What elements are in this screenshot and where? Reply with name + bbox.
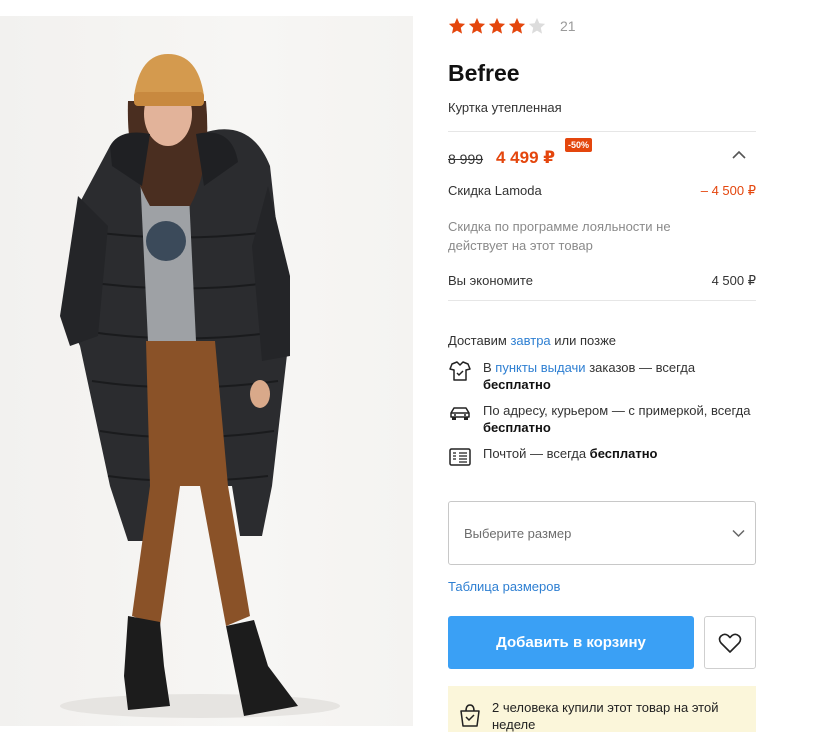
courier-car-icon <box>450 407 470 420</box>
add-to-cart-button[interactable]: Добавить в корзину <box>448 616 694 669</box>
rating[interactable]: 21 <box>448 17 576 35</box>
post-icon <box>449 448 471 466</box>
delivery-text: Почтой — всегда <box>483 446 590 461</box>
delivery-heading-prefix: Доставим <box>448 333 511 348</box>
current-price: 4 499 ₽ <box>496 148 556 167</box>
size-select-placeholder: Выберите размер <box>464 526 572 541</box>
product-photo-illustration: CA <box>60 54 340 718</box>
product-subtitle: Куртка утепленная <box>448 100 562 115</box>
divider <box>448 300 756 301</box>
delivery-heading-suffix: или позже <box>550 333 617 348</box>
delivery-date-link[interactable]: завтра <box>510 333 550 348</box>
purchase-promo-text: 2 человека купили этот товар на этой нед… <box>492 700 719 732</box>
shopping-bag-icon <box>460 704 480 727</box>
loyalty-note: Скидка по программе лояльности не действ… <box>448 219 671 253</box>
star-filled-icon <box>508 17 526 34</box>
old-price: 8 999 <box>448 151 484 167</box>
star-filled-icon <box>448 17 466 34</box>
purchase-promo-banner: 2 человека купили этот товар на этой нед… <box>448 686 756 732</box>
chevron-down-icon <box>732 529 745 538</box>
delivery-text: заказов — всегда <box>585 360 696 375</box>
pickup-points-link[interactable]: пункты выдачи <box>495 360 585 375</box>
favorite-button[interactable] <box>704 616 756 669</box>
lamoda-discount-value: – 4 500 ₽ <box>700 183 756 198</box>
product-photo[interactable]: CA <box>0 16 413 726</box>
lamoda-discount-label: Скидка Lamoda <box>448 183 542 198</box>
free-label: бесплатно <box>483 377 551 392</box>
brand-name[interactable]: Befree <box>448 60 520 87</box>
star-empty-icon <box>528 17 546 34</box>
savings-label: Вы экономите <box>448 273 533 288</box>
rating-count[interactable]: 21 <box>560 18 576 34</box>
heart-icon <box>718 633 742 653</box>
delivery-text: В <box>483 360 496 375</box>
chevron-up-icon[interactable] <box>732 150 746 160</box>
delivery-text: По адресу, курьером — с примеркой, всегд… <box>483 403 751 418</box>
star-filled-icon <box>488 17 506 34</box>
size-table-link[interactable]: Таблица размеров <box>448 579 560 594</box>
free-label: бесплатно <box>589 446 658 461</box>
discount-badge: -50% <box>565 138 593 152</box>
star-filled-icon <box>468 17 486 34</box>
lamoda-discount-row: Скидка Lamoda – 4 500 ₽ <box>448 183 756 198</box>
free-label: бесплатно <box>483 420 551 435</box>
savings-row: Вы экономите 4 500 ₽ <box>448 273 756 288</box>
pickup-point-icon <box>449 361 471 381</box>
delivery-heading: Доставим завтра или позже <box>448 333 616 348</box>
savings-value: 4 500 ₽ <box>711 273 756 288</box>
divider <box>448 131 756 132</box>
size-select[interactable]: Выберите размер <box>448 501 756 565</box>
